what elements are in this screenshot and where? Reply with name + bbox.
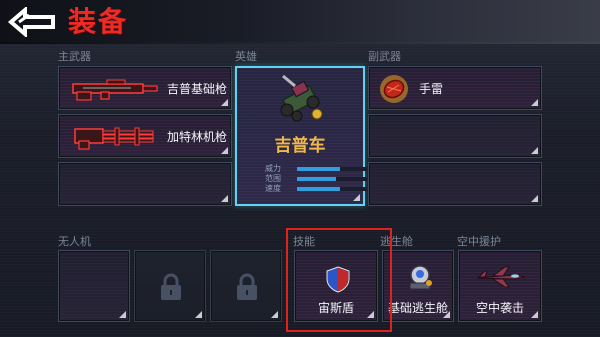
primary-weapon-slot-2[interactable]: 加特林机枪 — [58, 114, 232, 158]
stat-bar-track — [297, 177, 367, 181]
drone-slot-1[interactable] — [58, 250, 130, 322]
back-button[interactable] — [6, 6, 60, 38]
secondary-weapon-slot-3[interactable] — [368, 162, 542, 206]
primary-weapon-name-1: 吉普基础枪 — [167, 82, 228, 96]
stat-label: 范围 — [265, 174, 281, 183]
slot-corner-marker — [221, 99, 228, 106]
primary-weapon-label: 主武器 — [58, 51, 91, 63]
slot-corner-marker — [119, 311, 126, 318]
drone-slot-2[interactable] — [134, 250, 206, 322]
selection-highlight — [286, 228, 392, 332]
hero-name: 吉普车 — [274, 136, 326, 156]
hero-label: 英雄 — [235, 51, 257, 63]
stat-bar-fill — [297, 167, 341, 171]
stat-label: 威力 — [265, 164, 281, 173]
slot-corner-marker — [271, 311, 278, 318]
gatling-gun-icon — [74, 127, 154, 150]
drone-slot-3[interactable] — [210, 250, 282, 322]
slot-corner-marker — [531, 195, 538, 202]
grenade-icon — [380, 75, 408, 103]
slot-corner-marker — [531, 147, 538, 154]
secondary-weapon-name-1: 手雷 — [419, 82, 444, 96]
secondary-weapon-slot-1[interactable]: 手雷 — [368, 66, 542, 110]
slot-corner-marker — [353, 194, 360, 201]
stat-bar-track — [297, 167, 367, 171]
primary-weapon-name-2: 加特林机枪 — [167, 130, 228, 144]
primary-weapon-slot-1[interactable]: 吉普基础枪 — [58, 66, 232, 110]
hero-stat-speed: 速度 — [265, 184, 367, 194]
secondary-weapon-label: 副武器 — [368, 51, 401, 63]
air-support-label: 空中援护 — [457, 236, 501, 248]
back-arrow-icon — [7, 7, 55, 37]
stat-label: 速度 — [265, 184, 281, 193]
page-title: 装备 — [68, 5, 129, 38]
slot-corner-marker — [221, 147, 228, 154]
slot-corner-marker — [443, 311, 450, 318]
slot-corner-marker — [221, 195, 228, 202]
padlock-icon — [161, 273, 181, 300]
primary-weapon-slot-3[interactable] — [58, 162, 232, 206]
drone-label: 无人机 — [58, 236, 91, 248]
jeep-vehicle-icon — [280, 74, 323, 122]
hero-card[interactable]: 吉普车 威力 范围 速度 — [235, 66, 367, 206]
stat-bar-fill — [297, 177, 336, 181]
air-support-slot[interactable]: 空中袭击 — [458, 250, 542, 322]
hero-stat-power: 威力 — [265, 164, 367, 174]
escape-pod-slot[interactable]: 基础逃生舱 — [382, 250, 454, 322]
jeep-basic-gun-icon — [72, 79, 158, 101]
stat-bar-track — [297, 187, 367, 191]
secondary-weapon-slot-2[interactable] — [368, 114, 542, 158]
stat-bar-fill — [297, 187, 341, 191]
slot-corner-marker — [195, 311, 202, 318]
padlock-icon — [237, 273, 257, 300]
hero-stat-range: 范围 — [265, 174, 367, 184]
slot-corner-marker — [531, 99, 538, 106]
escape-pod-icon — [409, 265, 432, 290]
slot-corner-marker — [531, 311, 538, 318]
air-support-name: 空中袭击 — [475, 301, 524, 315]
fighter-jet-icon — [476, 266, 526, 288]
